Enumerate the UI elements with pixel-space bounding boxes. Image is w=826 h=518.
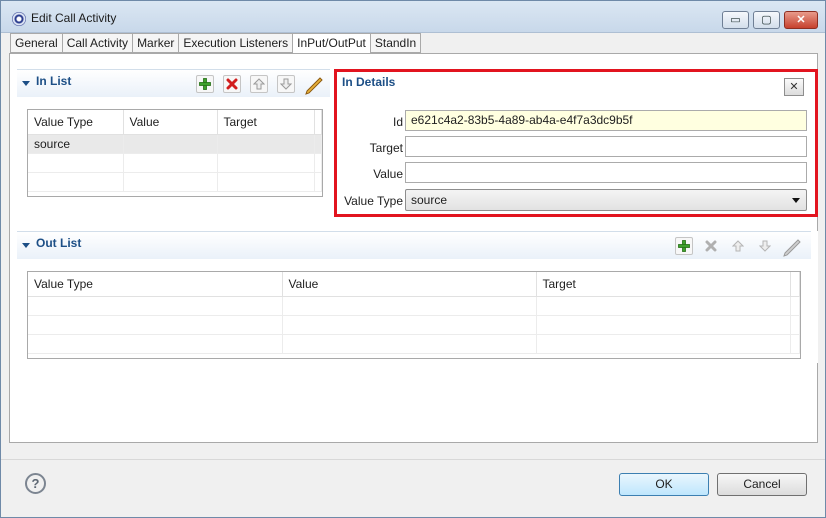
in-list-table: Value Type Value Target source <box>27 109 323 197</box>
close-icon: ✕ <box>789 81 799 93</box>
tab-input-output[interactable]: InPut/OutPut <box>293 33 371 54</box>
id-field[interactable]: e621c4a2-83b5-4a89-ab4a-e4f7a3dc9b5f <box>405 110 807 131</box>
cell-value-type: source <box>28 134 124 154</box>
move-down-icon[interactable] <box>277 75 295 93</box>
out-list-table: Value Type Value Target <box>27 271 801 359</box>
table-row <box>28 315 800 335</box>
table-row <box>28 153 322 173</box>
table-header-row: Value Type Value Target <box>28 272 800 297</box>
footer-separator <box>1 459 825 460</box>
minimize-button[interactable]: ▭ <box>722 11 749 29</box>
column-header-target[interactable]: Target <box>536 272 791 297</box>
column-header-value-type[interactable]: Value Type <box>28 110 124 135</box>
cell-value <box>123 134 218 154</box>
value-type-selected: source <box>411 193 448 207</box>
table-row <box>28 172 322 192</box>
value-field[interactable] <box>405 162 807 183</box>
title-bar: Edit Call Activity ▭ ▢ ✕ <box>1 1 825 33</box>
tab-marker[interactable]: Marker <box>133 33 180 53</box>
in-list-section: In List Value Type Value Target source <box>17 69 330 199</box>
table-row <box>28 334 800 354</box>
delete-icon[interactable] <box>223 75 241 93</box>
column-header-value[interactable]: Value <box>123 110 218 135</box>
move-up-icon[interactable] <box>250 75 268 93</box>
collapse-icon <box>22 81 30 86</box>
tab-execution-listeners[interactable]: Execution Listeners <box>179 33 294 53</box>
close-window-button[interactable]: ✕ <box>784 11 818 29</box>
tab-standin[interactable]: StandIn <box>370 33 422 53</box>
help-button[interactable]: ? <box>25 473 46 494</box>
value-type-label: Value Type <box>344 194 403 208</box>
table-row[interactable]: source <box>28 134 322 154</box>
in-details-panel: In Details ✕ Id e621c4a2-83b5-4a89-ab4a-… <box>334 69 818 217</box>
column-header-filler <box>790 272 800 297</box>
tab-call-activity[interactable]: Call Activity <box>62 33 134 53</box>
out-list-section: Out List Value Type Value Target <box>17 231 818 363</box>
in-list-title: In List <box>36 74 72 88</box>
delete-icon <box>702 237 720 255</box>
edit-call-activity-dialog: Edit Call Activity ▭ ▢ ✕ General Call Ac… <box>0 0 826 518</box>
out-list-title: Out List <box>36 236 82 250</box>
in-details-title: In Details <box>342 75 396 89</box>
edit-icon <box>781 235 803 257</box>
table-row <box>28 296 800 316</box>
target-label: Target <box>369 141 403 155</box>
tab-bar: General Call Activity Marker Execution L… <box>10 33 422 54</box>
cell-target <box>217 134 315 154</box>
window-title: Edit Call Activity <box>31 11 117 25</box>
add-icon[interactable] <box>196 75 214 93</box>
move-down-icon <box>756 237 774 255</box>
maximize-button[interactable]: ▢ <box>753 11 780 29</box>
value-label: Value <box>373 167 403 181</box>
add-icon[interactable] <box>675 237 693 255</box>
target-field[interactable] <box>405 136 807 157</box>
ok-button[interactable]: OK <box>619 473 709 496</box>
table-header-row: Value Type Value Target <box>28 110 322 135</box>
eclipse-app-icon <box>12 12 26 26</box>
edit-icon[interactable] <box>303 73 325 95</box>
column-header-target[interactable]: Target <box>217 110 315 135</box>
collapse-icon <box>22 243 30 248</box>
id-label: Id <box>392 115 403 129</box>
column-header-value[interactable]: Value <box>282 272 537 297</box>
cancel-button[interactable]: Cancel <box>717 473 807 496</box>
move-up-icon <box>729 237 747 255</box>
tab-general[interactable]: General <box>10 33 63 53</box>
column-header-value-type[interactable]: Value Type <box>28 272 283 297</box>
help-icon: ? <box>31 476 40 491</box>
chevron-down-icon <box>792 198 800 203</box>
column-header-filler <box>314 110 322 135</box>
value-type-select[interactable]: source <box>405 189 807 211</box>
close-details-button[interactable]: ✕ <box>784 78 804 96</box>
